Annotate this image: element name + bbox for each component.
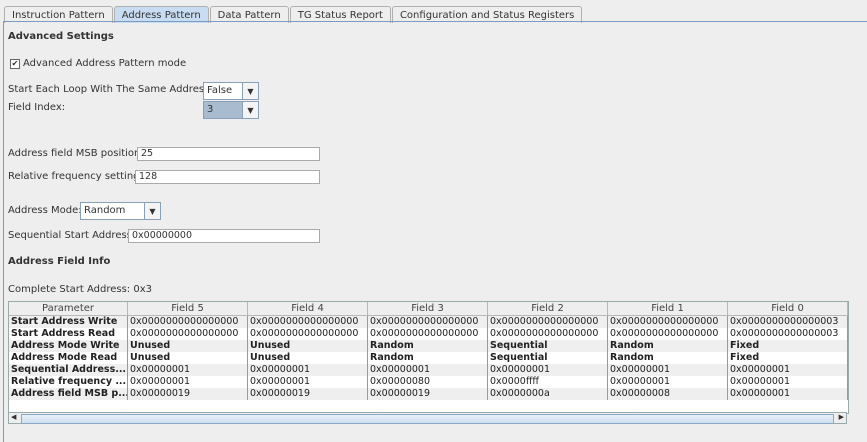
row-parameter[interactable]: Address field MSB p... — [9, 388, 128, 400]
chevron-down-icon: ▼ — [242, 102, 258, 118]
cell-field-0[interactable]: 0x0000000000000003 — [728, 328, 848, 340]
scroll-left-icon[interactable]: ◀ — [11, 413, 16, 421]
cell-field-3[interactable]: 0x00000080 — [368, 376, 488, 388]
cell-field-2[interactable]: 0x0000000000000000 — [488, 328, 608, 340]
cell-field-3[interactable]: 0x00000001 — [368, 364, 488, 376]
cell-field-3[interactable]: Random — [368, 340, 488, 352]
row-parameter[interactable]: Address Mode Write — [9, 340, 128, 352]
cell-field-4[interactable]: 0x00000001 — [248, 376, 368, 388]
sequential-start-input[interactable]: 0x00000000 — [128, 229, 320, 243]
section-title-advanced: Advanced Settings — [8, 31, 114, 42]
combo-value: 3 — [204, 102, 242, 118]
table-row[interactable]: Relative frequency ... 0x00000001 0x000000… — [9, 376, 848, 388]
column-header[interactable]: Field 5 — [128, 302, 248, 316]
cell-field-5[interactable]: 0x00000001 — [128, 376, 248, 388]
row-parameter[interactable]: Address Mode Read — [9, 352, 128, 364]
cell-field-2[interactable]: 0x00000001 — [488, 364, 608, 376]
start-each-loop-combo[interactable]: False ▼ — [203, 82, 259, 100]
column-header[interactable]: Field 4 — [248, 302, 368, 316]
cell-field-0[interactable]: Fixed — [728, 352, 848, 364]
cell-field-1[interactable]: Random — [608, 352, 728, 364]
column-header[interactable]: Field 2 — [488, 302, 608, 316]
cell-field-4[interactable]: 0x0000000000000000 — [248, 328, 368, 340]
msb-label: Address field MSB position: — [8, 148, 144, 159]
cell-field-2[interactable]: 0x0000ffff — [488, 376, 608, 388]
cell-field-2[interactable]: 0x0000000a — [488, 388, 608, 400]
cell-field-1[interactable]: 0x0000000000000000 — [608, 328, 728, 340]
cell-field-0[interactable]: 0x00000001 — [728, 388, 848, 400]
row-parameter[interactable]: Sequential Address... — [9, 364, 128, 376]
column-header[interactable]: Field 0 — [728, 302, 848, 316]
table-row[interactable]: Address field MSB p... 0x00000019 0x000000… — [9, 388, 848, 400]
cell-field-3[interactable]: 0x0000000000000000 — [368, 328, 488, 340]
cell-field-0[interactable]: 0x0000000000000003 — [728, 316, 848, 328]
scroll-right-icon[interactable]: ▶ — [839, 413, 844, 421]
address-mode-combo[interactable]: Random ▼ — [80, 202, 161, 220]
cell-field-5[interactable]: 0x0000000000000000 — [128, 328, 248, 340]
horizontal-scrollbar[interactable]: ◀ ▶ — [8, 412, 847, 424]
start-each-loop-label: Start Each Loop With The Same Address: — [8, 84, 213, 95]
field-index-label: Field Index: — [8, 102, 66, 113]
cell-field-3[interactable]: 0x00000019 — [368, 388, 488, 400]
cell-field-4[interactable]: 0x00000001 — [248, 364, 368, 376]
freq-label: Relative frequency setting: — [8, 171, 143, 182]
cell-field-1[interactable]: 0x0000000000000000 — [608, 316, 728, 328]
cell-field-5[interactable]: 0x0000000000000000 — [128, 316, 248, 328]
row-parameter[interactable]: Start Address Read — [9, 328, 128, 340]
cell-field-3[interactable]: Random — [368, 352, 488, 364]
chevron-down-icon: ▼ — [144, 203, 160, 219]
table-row[interactable]: Sequential Address... 0x00000001 0x0000000… — [9, 364, 848, 376]
msb-position-input[interactable]: 25 — [137, 147, 320, 161]
cell-field-4[interactable]: Unused — [248, 340, 368, 352]
cell-field-5[interactable]: Unused — [128, 352, 248, 364]
cell-field-4[interactable]: 0x00000019 — [248, 388, 368, 400]
cell-field-2[interactable]: Sequential — [488, 352, 608, 364]
relative-frequency-input[interactable]: 128 — [135, 170, 320, 184]
address-mode-label: Address Mode: — [8, 205, 82, 216]
combo-value: False — [207, 85, 233, 96]
cell-field-1[interactable]: 0x00000001 — [608, 364, 728, 376]
address-field-table[interactable]: Parameter Field 5 Field 4 Field 3 Field … — [8, 301, 849, 414]
advanced-mode-checkbox[interactable]: ✔ Advanced Address Pattern mode — [10, 58, 186, 69]
complete-start-address: Complete Start Address: 0x3 — [8, 284, 152, 295]
cell-field-1[interactable]: 0x00000001 — [608, 376, 728, 388]
cell-field-1[interactable]: 0x00000008 — [608, 388, 728, 400]
cell-field-0[interactable]: 0x00000001 — [728, 364, 848, 376]
table-body: Start Address Write 0x0000000000000000 0x0… — [9, 316, 848, 400]
cell-field-5[interactable]: 0x00000019 — [128, 388, 248, 400]
table-header: Parameter Field 5 Field 4 Field 3 Field … — [9, 302, 848, 316]
chevron-down-icon: ▼ — [242, 83, 258, 99]
section-title-field-info: Address Field Info — [8, 256, 111, 267]
table-row[interactable]: Start Address Write 0x0000000000000000 0x0… — [9, 316, 848, 328]
combo-value: Random — [84, 205, 126, 216]
cell-field-4[interactable]: Unused — [248, 352, 368, 364]
table-row[interactable]: Start Address Read 0x0000000000000000 0x00… — [9, 328, 848, 340]
cell-field-5[interactable]: Unused — [128, 340, 248, 352]
cell-field-3[interactable]: 0x0000000000000000 — [368, 316, 488, 328]
row-parameter[interactable]: Start Address Write — [9, 316, 128, 328]
row-parameter[interactable]: Relative frequency ... — [9, 376, 128, 388]
cell-field-0[interactable]: 0x00000001 — [728, 376, 848, 388]
field-index-combo[interactable]: 3 ▼ — [203, 101, 259, 119]
seq-start-label: Sequential Start Address: — [8, 230, 136, 241]
cell-field-1[interactable]: Random — [608, 340, 728, 352]
cell-field-5[interactable]: 0x00000001 — [128, 364, 248, 376]
scrollbar-thumb[interactable] — [21, 414, 834, 424]
cell-field-2[interactable]: Sequential — [488, 340, 608, 352]
checkbox-label: Advanced Address Pattern mode — [23, 58, 187, 69]
cell-field-2[interactable]: 0x0000000000000000 — [488, 316, 608, 328]
column-header[interactable]: Parameter — [9, 302, 128, 316]
cell-field-4[interactable]: 0x0000000000000000 — [248, 316, 368, 328]
cell-field-0[interactable]: Fixed — [728, 340, 848, 352]
column-header[interactable]: Field 1 — [608, 302, 728, 316]
checkbox-checked-icon: ✔ — [10, 58, 20, 69]
column-header[interactable]: Field 3 — [368, 302, 488, 316]
table-row[interactable]: Address Mode Write Unused Unused Random Sequ… — [9, 340, 848, 352]
table-row[interactable]: Address Mode Read Unused Unused Random Seque… — [9, 352, 848, 364]
